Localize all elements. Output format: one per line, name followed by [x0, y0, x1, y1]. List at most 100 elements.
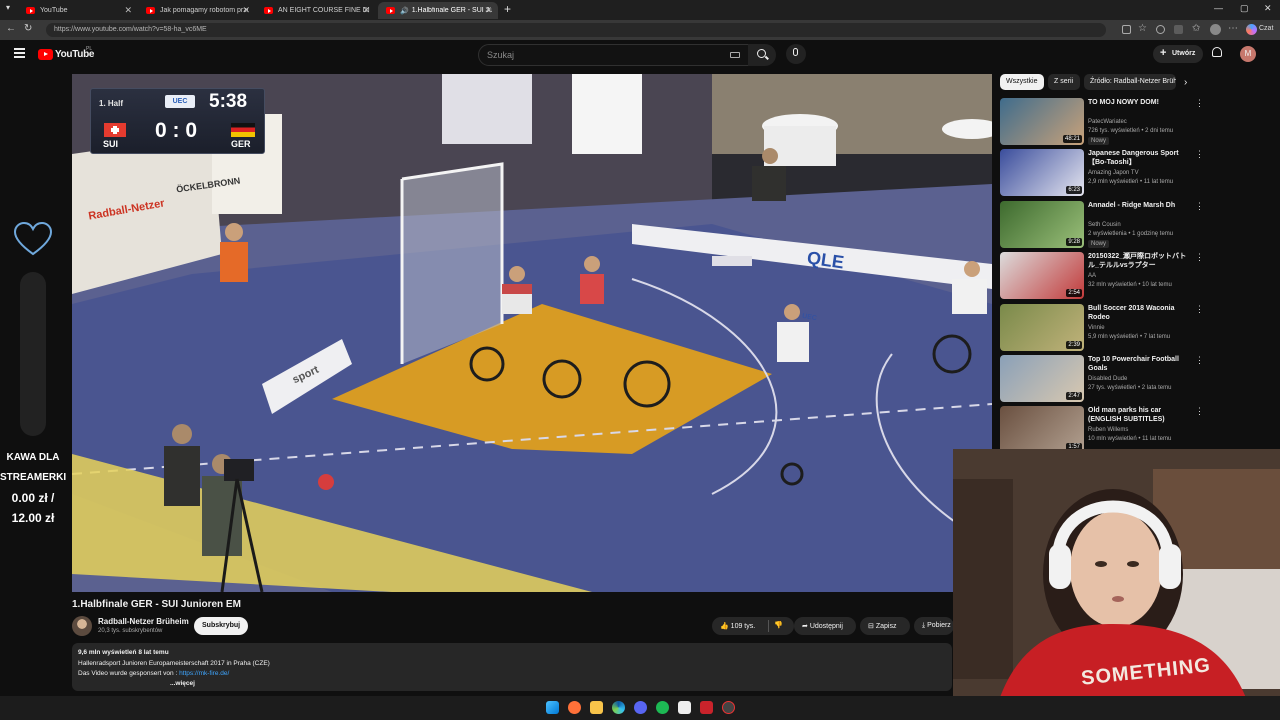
- back-arrow-icon[interactable]: ←: [6, 24, 16, 34]
- thumbs-up-icon[interactable]: 👍: [720, 623, 729, 630]
- tab-youtube[interactable]: YouTube ✕: [18, 2, 138, 19]
- more-options-icon[interactable]: ⋮: [1195, 98, 1204, 109]
- account-avatar[interactable]: M: [1240, 46, 1256, 62]
- share-label: Udostępnij: [809, 623, 843, 630]
- recommendation-thumbnail[interactable]: 48:21: [1000, 98, 1084, 145]
- tab-dining[interactable]: AN EIGHT COURSE FINE DINING MEAL ✕: [256, 2, 376, 19]
- discord-icon[interactable]: [634, 701, 647, 714]
- recommendation-channel[interactable]: Vinnie: [1088, 325, 1105, 331]
- recommendation-thumbnail[interactable]: 2:54: [1000, 252, 1084, 300]
- hamburger-menu-icon[interactable]: [14, 48, 25, 50]
- keyboard-icon[interactable]: [730, 52, 740, 58]
- recommendation-item[interactable]: 48:21 TO MÓJ NOWY DOM! PatecWariatec 726 ty…: [1000, 98, 1210, 146]
- translate-icon[interactable]: [1122, 25, 1131, 34]
- subscriber-count: 20,3 tys. subskrybentów: [98, 628, 163, 634]
- tab-halbfinale[interactable]: 🔊 1.Halbfinale GER - SUI Junioren EM ✕: [378, 2, 498, 19]
- reload-icon[interactable]: ↻: [24, 24, 32, 34]
- recommendation-title[interactable]: Old man parks his car (ENGLISH SUBTITLES…: [1088, 406, 1192, 424]
- recommendation-channel[interactable]: AA: [1088, 273, 1096, 279]
- chip-source[interactable]: Źródło: Radball-Netzer Brüheim: [1084, 74, 1176, 90]
- windows-taskbar: [0, 696, 1280, 720]
- recommendation-title[interactable]: Bull Soccer 2018 Waconia Rodeo: [1088, 304, 1192, 322]
- recommendation-item[interactable]: 2:39 Bull Soccer 2018 Waconia Rodeo Vinnie…: [1000, 303, 1210, 352]
- close-icon[interactable]: ✕: [242, 5, 250, 16]
- recommendation-title[interactable]: 20150322_瀬戸際ロボットバトル_テルルvsラプター: [1088, 252, 1192, 270]
- chat-label[interactable]: Czat: [1259, 25, 1273, 32]
- recommendation-thumbnail[interactable]: 6:23: [1000, 149, 1084, 197]
- chevron-right-icon[interactable]: ›: [1184, 77, 1187, 88]
- recommendation-thumbnail[interactable]: 1:57: [1000, 406, 1084, 454]
- maximize-button[interactable]: ▢: [1240, 3, 1249, 14]
- url-text: https://www.youtube.com/watch?v=58-ha_vc…: [54, 26, 207, 33]
- extension-icon[interactable]: [1174, 25, 1183, 34]
- recommendation-thumbnail[interactable]: 2:47: [1000, 355, 1084, 402]
- speaker-icon[interactable]: 🔊: [400, 7, 409, 15]
- chip-all[interactable]: Wszystkie: [1000, 74, 1044, 90]
- more-options-icon[interactable]: ⋮: [1195, 406, 1204, 417]
- youtube-logo-icon[interactable]: [38, 49, 53, 60]
- recommendation-channel[interactable]: PatecWariatec: [1088, 119, 1127, 125]
- recommendation-thumbnail[interactable]: 2:39: [1000, 303, 1084, 351]
- recommendation-channel[interactable]: Seth Cousin: [1088, 222, 1121, 228]
- recommendation-channel[interactable]: Amazing Japon TV: [1088, 170, 1139, 176]
- close-icon[interactable]: ✕: [484, 5, 492, 16]
- subscribe-button[interactable]: Subskrybuj: [194, 617, 249, 635]
- bookmark-star-icon[interactable]: ☆: [1138, 23, 1147, 34]
- search-input[interactable]: Szukaj: [478, 44, 750, 66]
- recommendation-channel[interactable]: Ruben Willems: [1088, 427, 1128, 433]
- menu-dots-icon[interactable]: ⋯: [1228, 23, 1238, 34]
- video-player[interactable]: 1. Half UEC 5:38 SUI GER 0 : 0 Radball-N…: [72, 74, 992, 592]
- new-tab-button[interactable]: +: [504, 2, 511, 16]
- minimize-button[interactable]: —: [1214, 3, 1223, 13]
- app-icon[interactable]: [700, 701, 713, 714]
- recommendation-item[interactable]: 2:54 20150322_瀬戸際ロボットバトル_テルルvsラプター AA 32 ml…: [1000, 252, 1210, 300]
- more-options-icon[interactable]: ⋮: [1195, 304, 1204, 315]
- sponsor-link[interactable]: https://mk-fire.de/: [179, 670, 229, 677]
- recommendation-item[interactable]: 2:47 Top 10 Powerchair Football Goals Disa…: [1000, 355, 1210, 403]
- recommendation-thumbnail[interactable]: 9:28: [1000, 200, 1084, 248]
- recommendation-title[interactable]: Annadel - Ridge Marsh Dh: [1088, 201, 1192, 210]
- download-button[interactable]: ⤓ Pobierz: [914, 617, 954, 635]
- extension-icon[interactable]: [1156, 25, 1165, 34]
- show-more-link[interactable]: ...więcej: [170, 680, 195, 687]
- close-icon[interactable]: ✕: [362, 5, 370, 16]
- url-field[interactable]: https://www.youtube.com/watch?v=58-ha_vc…: [46, 23, 1106, 37]
- spotify-icon[interactable]: [656, 701, 669, 714]
- recommendation-title[interactable]: Top 10 Powerchair Football Goals: [1088, 355, 1192, 373]
- chip-series[interactable]: Z serii: [1048, 74, 1080, 90]
- channel-name[interactable]: Radball-Netzer Brüheim: [98, 617, 189, 626]
- more-options-icon[interactable]: ⋮: [1195, 252, 1204, 263]
- recommendation-item[interactable]: 1:57 Old man parks his car (ENGLISH SUBTI…: [1000, 406, 1210, 454]
- file-explorer-icon[interactable]: [590, 701, 603, 714]
- thumbs-down-icon[interactable]: 👎: [774, 621, 783, 629]
- recommendation-title[interactable]: Japanese Dangerous Sport 【Bo-Taoshi】: [1088, 149, 1192, 167]
- share-button[interactable]: ➦ Udostępnij: [794, 617, 856, 635]
- edge-icon[interactable]: [612, 701, 625, 714]
- recommendation-item[interactable]: 9:28 Annadel - Ridge Marsh Dh Seth Cousin 2…: [1000, 200, 1210, 249]
- channel-avatar[interactable]: [72, 616, 92, 636]
- firefox-icon[interactable]: [568, 701, 581, 714]
- windows-start-icon[interactable]: [546, 701, 559, 714]
- description-box[interactable]: 9,6 mln wyświetleń 8 lat temu Hallenrads…: [72, 643, 952, 691]
- tab-list-icon[interactable]: ▾: [6, 3, 10, 12]
- notifications-bell-icon[interactable]: [1212, 47, 1222, 57]
- profile-avatar[interactable]: [1210, 24, 1221, 35]
- recommendation-title[interactable]: TO MÓJ NOWY DOM!: [1088, 98, 1192, 107]
- favorites-icon[interactable]: ✩: [1192, 23, 1200, 34]
- like-count[interactable]: 109 tys.: [731, 623, 756, 630]
- save-button[interactable]: ⊟ Zapisz: [860, 617, 910, 635]
- recommendation-channel[interactable]: Disabled Dude: [1088, 376, 1127, 382]
- more-options-icon[interactable]: ⋮: [1195, 355, 1204, 366]
- search-button[interactable]: [748, 44, 776, 66]
- more-options-icon[interactable]: ⋮: [1195, 149, 1204, 160]
- voice-search-button[interactable]: [786, 44, 806, 64]
- app-icon[interactable]: [722, 701, 735, 714]
- notion-icon[interactable]: [678, 701, 691, 714]
- recommendation-item[interactable]: 6:23 Japanese Dangerous Sport 【Bo-Taoshi】…: [1000, 149, 1210, 197]
- close-icon[interactable]: ✕: [124, 5, 132, 16]
- tab-robots[interactable]: Jak pomagamy robotom przejąć świat ✕: [138, 2, 256, 19]
- create-button[interactable]: + Utwórz: [1153, 45, 1203, 63]
- window-close-button[interactable]: ✕: [1264, 3, 1272, 14]
- copilot-icon[interactable]: [1246, 24, 1257, 35]
- more-options-icon[interactable]: ⋮: [1195, 201, 1204, 212]
